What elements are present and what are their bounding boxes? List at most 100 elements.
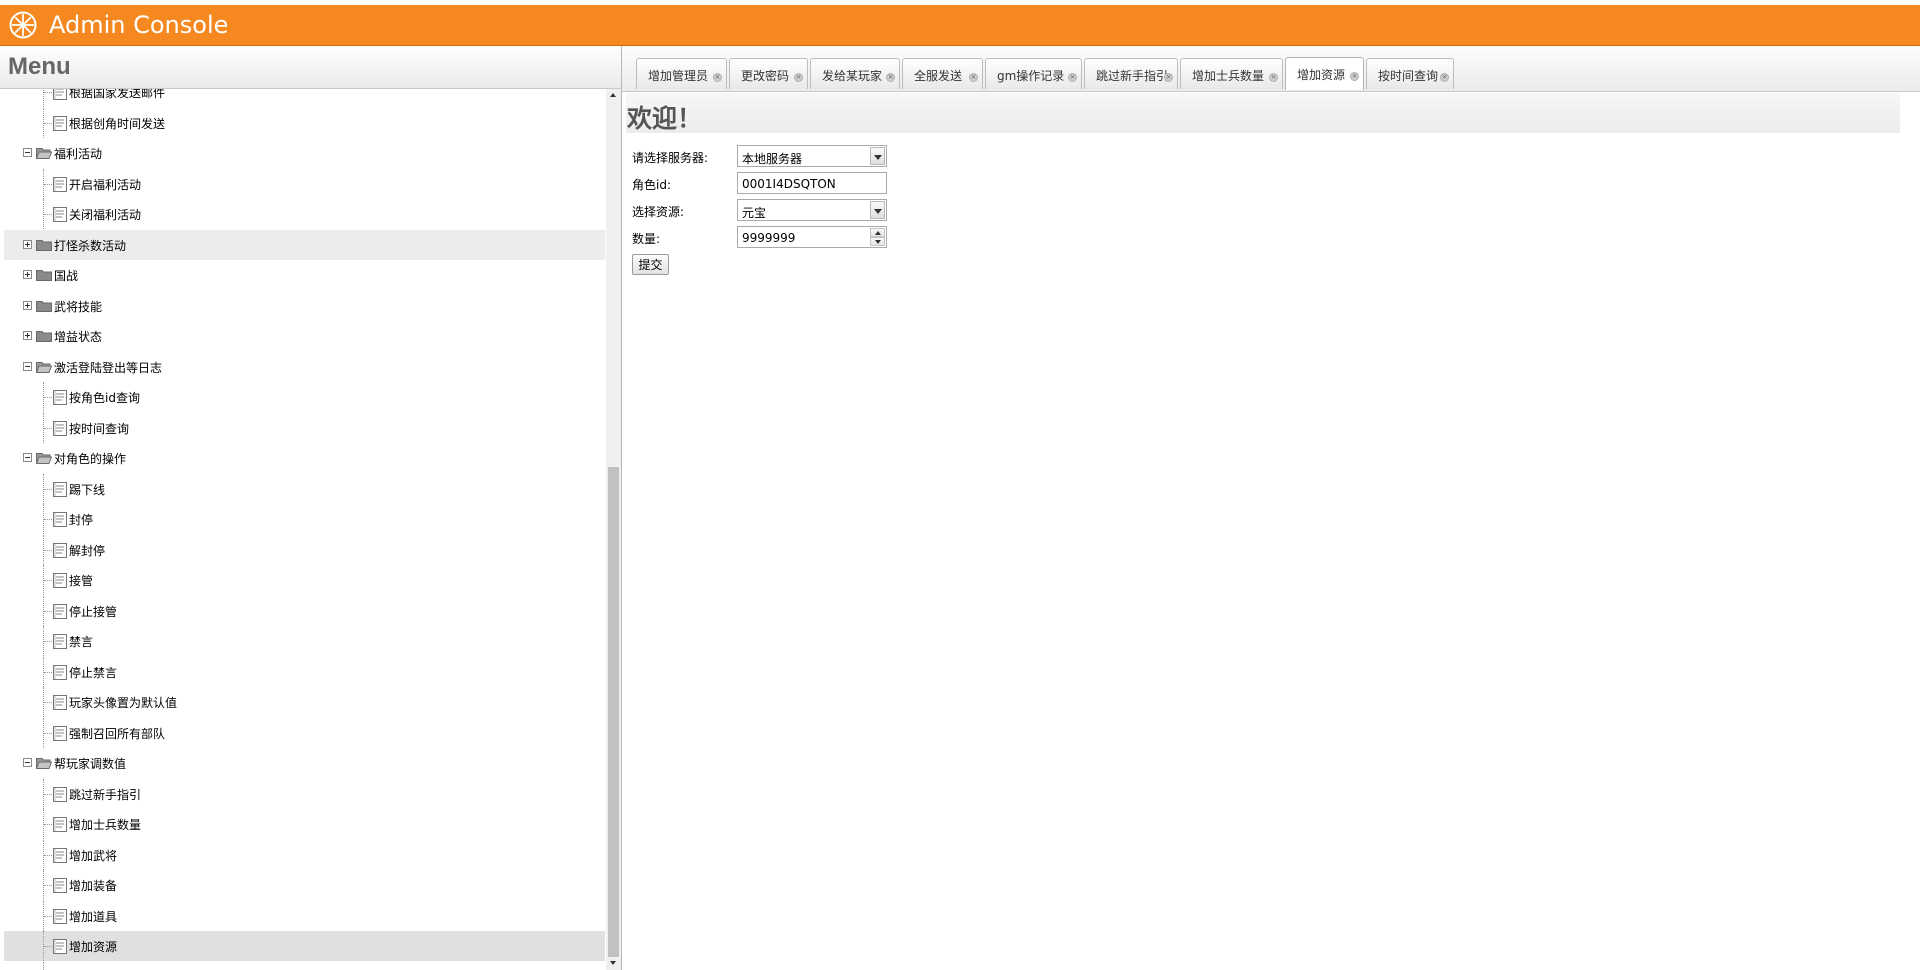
- tab-close-icon[interactable]: ×: [1350, 72, 1359, 81]
- tab-close-icon[interactable]: ×: [713, 73, 722, 82]
- role-id-input-value: 0001I4DSQTON: [742, 177, 836, 191]
- tab[interactable]: 增加资源 ×: [1285, 57, 1364, 90]
- resource-dropdown-arrow-icon[interactable]: [870, 201, 885, 219]
- menu-item-label: 福利活动: [54, 147, 103, 161]
- menu-folder-item[interactable]: 福利活动: [4, 138, 605, 168]
- tab-close-icon[interactable]: ×: [1068, 73, 1077, 82]
- tab-label: 增加资源: [1297, 68, 1346, 82]
- expand-toggle-icon[interactable]: [23, 331, 32, 340]
- menu-item-label: 根据创角时间发送: [69, 116, 166, 131]
- collapse-toggle-icon[interactable]: [23, 758, 32, 767]
- menu-item[interactable]: 增加士兵数量: [4, 809, 605, 839]
- collapse-toggle-icon[interactable]: [23, 453, 32, 462]
- spin-down-icon[interactable]: [870, 237, 885, 246]
- tab-label: 跳过新手指引: [1096, 69, 1169, 83]
- tab-close-icon[interactable]: ×: [969, 73, 978, 82]
- spin-up-icon[interactable]: [870, 228, 885, 237]
- menu-item-label: 国战: [54, 269, 79, 283]
- tab[interactable]: 增加管理员 ×: [636, 58, 727, 89]
- submit-button[interactable]: 提交: [632, 254, 669, 275]
- expand-toggle-icon[interactable]: [23, 239, 32, 249]
- tab[interactable]: 发给某玩家 ×: [810, 58, 900, 89]
- menu-item[interactable]: 禁言: [4, 626, 605, 656]
- menu-folder-item[interactable]: 武将技能: [4, 291, 605, 321]
- server-dropdown-arrow-icon[interactable]: [870, 147, 885, 165]
- folder-open-icon: [35, 452, 53, 464]
- menu-item[interactable]: 踢下线: [4, 473, 605, 504]
- menu-item[interactable]: 增加装备: [4, 870, 605, 900]
- tab[interactable]: 全服发送 ×: [902, 58, 983, 89]
- menu-item-label: 增加武将: [69, 848, 118, 863]
- menu-item[interactable]: 根据创角时间发送: [4, 107, 605, 138]
- menu-item[interactable]: 玩家头像置为默认值: [4, 687, 605, 717]
- menu-item[interactable]: 关闭福利活动: [4, 199, 605, 229]
- menu-item[interactable]: 接管: [4, 565, 605, 595]
- resource-select[interactable]: 元宝: [737, 199, 887, 221]
- menu-item[interactable]: 按时间查询: [4, 412, 605, 443]
- quantity-stepper[interactable]: 9999999: [737, 226, 887, 248]
- menu-item[interactable]: 增加道具: [4, 900, 605, 931]
- menu-folder-item[interactable]: 帮玩家调数值: [4, 748, 605, 778]
- tab-close-icon[interactable]: ×: [1440, 73, 1449, 82]
- menu-item[interactable]: 增加资源: [4, 931, 605, 961]
- menu-item[interactable]: 设为标准人: [4, 961, 605, 970]
- document-icon: [53, 481, 67, 497]
- tab-label: gm操作记录: [997, 69, 1065, 83]
- menu-panel: Menu 根据国家发送邮件 根据创角时间发送 福利活动 开启福利活动 关闭福利活动 打怪杀…: [0, 46, 622, 970]
- menu-folder-item[interactable]: 国战: [4, 260, 605, 290]
- expand-toggle-icon[interactable]: [23, 300, 32, 310]
- scroll-down-arrow-icon[interactable]: [610, 961, 616, 965]
- server-select[interactable]: 本地服务器: [737, 145, 887, 167]
- document-icon: [53, 603, 67, 619]
- menu-item[interactable]: 跳过新手指引: [4, 778, 605, 809]
- menu-item-label: 接管: [69, 574, 94, 588]
- document-icon: [53, 664, 67, 680]
- menu-folder-item[interactable]: 增益状态: [4, 321, 605, 351]
- menu-item[interactable]: 根据国家发送邮件: [4, 89, 605, 107]
- menu-item[interactable]: 停止接管: [4, 595, 605, 626]
- menu-item-label: 玩家头像置为默认值: [69, 696, 178, 710]
- menu-item[interactable]: 开启福利活动: [4, 168, 605, 199]
- menu-item-label: 武将技能: [54, 299, 103, 314]
- document-icon: [53, 89, 67, 100]
- menu-item[interactable]: 停止禁言: [4, 656, 605, 687]
- tab[interactable]: 按时间查询 ×: [1366, 58, 1454, 89]
- document-icon: [53, 695, 67, 710]
- collapse-toggle-icon[interactable]: [23, 361, 32, 371]
- menu-item-label: 关闭福利活动: [69, 208, 142, 222]
- tab-close-icon[interactable]: ×: [1164, 73, 1173, 82]
- expand-toggle-icon[interactable]: [23, 270, 32, 279]
- tab[interactable]: 更改密码 ×: [729, 58, 808, 89]
- tab-label: 按时间查询: [1378, 69, 1439, 83]
- menu-folder-item[interactable]: 打怪杀数活动: [4, 229, 605, 260]
- menu-item[interactable]: 强制召回所有部队: [4, 717, 605, 748]
- tab-close-icon[interactable]: ×: [1269, 73, 1278, 82]
- resource-label: 选择资源:: [632, 205, 685, 219]
- tab-close-icon[interactable]: ×: [794, 73, 803, 82]
- tab-close-icon[interactable]: ×: [886, 73, 895, 82]
- tab[interactable]: gm操作记录 ×: [985, 58, 1082, 89]
- role-id-input[interactable]: 0001I4DSQTON: [737, 172, 887, 194]
- collapse-toggle-icon[interactable]: [23, 148, 32, 157]
- menu-scrollbar[interactable]: [606, 89, 621, 970]
- menu-folder-item[interactable]: 对角色的操作: [4, 443, 605, 473]
- menu-item-label: 对角色的操作: [54, 452, 127, 466]
- menu-item[interactable]: 增加武将: [4, 839, 605, 870]
- tab[interactable]: 跳过新手指引 ×: [1084, 58, 1178, 89]
- tab-strip: 增加管理员 × 更改密码 × 发给某玩家 × 全服发送 × gm操作记录 × 跳过新手指引 × 增加士兵…: [622, 46, 1920, 92]
- scroll-up-arrow-icon[interactable]: [610, 93, 616, 97]
- menu-item[interactable]: 解封停: [4, 534, 605, 565]
- document-icon: [53, 817, 67, 832]
- menu-item[interactable]: 封停: [4, 504, 605, 534]
- menu-item-label: 强制召回所有部队: [69, 726, 166, 741]
- tab[interactable]: 增加士兵数量 ×: [1180, 58, 1283, 89]
- menu-item-label: 增加资源: [69, 940, 118, 954]
- document-icon: [53, 573, 67, 588]
- menu-item-label: 封停: [69, 513, 94, 527]
- menu-item[interactable]: 按角色id查询: [4, 382, 605, 412]
- document-icon: [53, 420, 67, 436]
- scrollbar-thumb[interactable]: [608, 467, 619, 957]
- menu-folder-item[interactable]: 激活登陆登出等日志: [4, 352, 605, 382]
- document-icon: [53, 725, 67, 741]
- menu-item-label: 激活登陆登出等日志: [54, 360, 163, 375]
